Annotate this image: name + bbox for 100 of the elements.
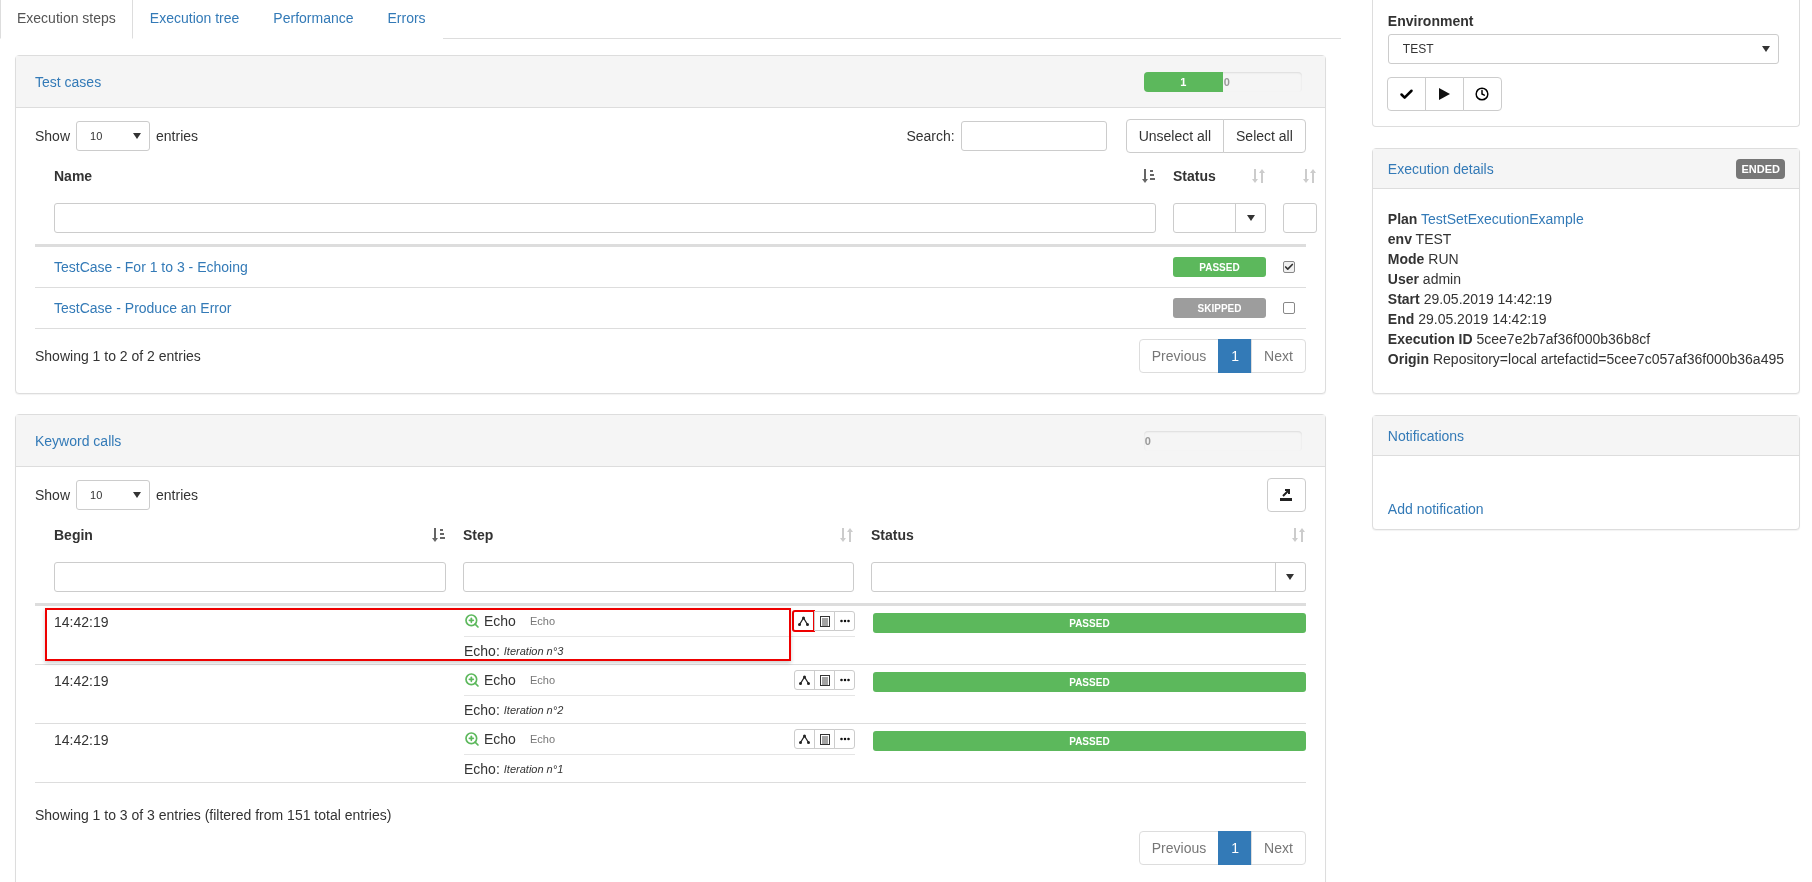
entries-select[interactable]: 10 — [76, 480, 151, 510]
table-info: Showing 1 to 3 of 3 entries (filtered from 151 total entries) — [35, 807, 393, 823]
entries-label: entries — [156, 487, 199, 503]
detail-line: Execution ID 5cee7e2b7af36f000b36b8cf — [1387, 330, 1652, 349]
list-button[interactable] — [814, 729, 835, 749]
detail-line: User admin — [1387, 270, 1462, 289]
list-button[interactable] — [814, 611, 835, 631]
more-button[interactable] — [834, 670, 855, 690]
caret-icon — [133, 133, 142, 139]
environment-select[interactable]: TEST — [1387, 34, 1779, 64]
export-icon — [1279, 488, 1294, 502]
detail-line: Start 29.05.2019 14:42:19 — [1387, 290, 1554, 309]
export-button[interactable] — [1266, 478, 1306, 512]
tree-icon — [798, 616, 809, 626]
step-detail-value: Iteration n°3 — [503, 644, 564, 657]
begin-filter-field[interactable] — [54, 562, 446, 592]
name-filter-field[interactable] — [54, 203, 1156, 233]
detail-line: Plan TestSetExecutionExample — [1387, 210, 1585, 229]
add-notification-link[interactable]: Add notification — [1387, 501, 1484, 517]
tree-button[interactable] — [794, 729, 815, 749]
step-detail-label: Echo: — [464, 701, 500, 718]
status-bar: PASSED — [873, 672, 1306, 692]
step-name: Echo — [484, 731, 516, 747]
detail-line: End 29.05.2019 14:42:19 — [1387, 310, 1548, 329]
begin-time: 14:42:19 — [54, 614, 109, 630]
step-detail-label: Echo: — [464, 760, 500, 777]
column-header[interactable]: Status — [1173, 168, 1216, 184]
check-button[interactable] — [1386, 77, 1426, 111]
progress-count: 0 — [1222, 74, 1230, 90]
sort-active-icon[interactable] — [432, 527, 446, 543]
step-type: Echo — [529, 733, 555, 745]
checkbox[interactable] — [1283, 302, 1295, 314]
more-button[interactable] — [834, 611, 855, 631]
caret-icon — [133, 492, 142, 498]
status-badge: ENDED — [1736, 158, 1785, 179]
detail-line: Mode RUN — [1387, 250, 1460, 269]
list-icon — [819, 615, 830, 627]
detail-line: env TEST — [1387, 230, 1453, 249]
search-field[interactable] — [960, 121, 1107, 151]
step-name: Echo — [484, 613, 516, 629]
panel-title: Notifications — [1387, 427, 1465, 444]
next-button[interactable]: Next — [1251, 339, 1306, 373]
panel-title: Keyword calls — [35, 432, 122, 449]
test-case-link[interactable]: TestCase - For 1 to 3 - Echoing — [54, 259, 248, 275]
tree-button[interactable] — [792, 610, 815, 632]
previous-button[interactable]: Previous — [1138, 831, 1220, 865]
test-case-link[interactable]: TestCase - Produce an Error — [54, 300, 232, 316]
column-header[interactable]: Step — [463, 527, 494, 543]
caret-icon — [1286, 574, 1295, 580]
page-button[interactable]: 1 — [1218, 339, 1253, 373]
step-detail-value: Iteration n°1 — [503, 762, 564, 775]
show-label: Show — [35, 128, 71, 144]
previous-button[interactable]: Previous — [1138, 339, 1220, 373]
status-badge: SKIPPED — [1173, 298, 1266, 318]
step-detail-value: Iteration n°2 — [503, 703, 564, 716]
search-label: Search: — [906, 128, 955, 144]
next-button[interactable]: Next — [1251, 831, 1306, 865]
begin-time: 14:42:19 — [54, 673, 109, 689]
clock-icon — [1475, 87, 1490, 101]
detail-line: Origin Repository=local artefactid=5cee7c057af36f000b36a495 — [1387, 350, 1784, 369]
sort-active-icon[interactable] — [1142, 168, 1156, 184]
step-type: Echo — [529, 674, 555, 686]
step-type: Echo — [529, 615, 555, 627]
column-header[interactable]: Status — [871, 527, 914, 543]
list-icon — [819, 674, 830, 686]
caret-icon — [1761, 46, 1770, 52]
tree-icon — [799, 675, 810, 685]
select-button[interactable]: Select all — [1223, 119, 1306, 153]
progress-count: 0 — [1143, 433, 1151, 449]
tree-button[interactable] — [794, 670, 815, 690]
step-filter-field[interactable] — [463, 562, 854, 592]
status-bar: PASSED — [873, 731, 1306, 751]
more-button[interactable] — [834, 729, 855, 749]
step-detail-label: Echo: — [464, 642, 500, 659]
tab[interactable]: Execution steps — [0, 0, 133, 39]
panel-title: Test cases — [35, 73, 102, 90]
page-button[interactable]: 1 — [1218, 831, 1253, 865]
entries-label: entries — [156, 128, 199, 144]
check-icon — [1398, 86, 1414, 102]
environment-label: Environment — [1387, 13, 1475, 29]
step-name: Echo — [484, 672, 516, 688]
show-label: Show — [35, 487, 71, 503]
list-button[interactable] — [814, 670, 835, 690]
checkbox-filter-field[interactable] — [1283, 203, 1317, 233]
column-header[interactable]: Name — [54, 168, 93, 184]
caret-icon — [1246, 215, 1255, 221]
check-icon — [1284, 262, 1294, 272]
play-button[interactable] — [1424, 77, 1464, 111]
progress-fill: 1 — [1143, 71, 1223, 92]
select-button[interactable]: Unselect all — [1125, 119, 1224, 153]
plan-link[interactable]: TestSetExecutionExample — [1421, 211, 1584, 227]
status-bar: PASSED — [873, 613, 1306, 633]
panel-title: Execution details — [1387, 160, 1494, 177]
column-header[interactable]: Begin — [54, 527, 93, 543]
tree-icon — [799, 734, 810, 744]
schedule-button[interactable] — [1462, 77, 1502, 111]
play-icon — [1438, 88, 1450, 100]
entries-select[interactable]: 10 — [76, 121, 151, 151]
begin-time: 14:42:19 — [54, 732, 109, 748]
checkbox[interactable] — [1283, 261, 1295, 273]
